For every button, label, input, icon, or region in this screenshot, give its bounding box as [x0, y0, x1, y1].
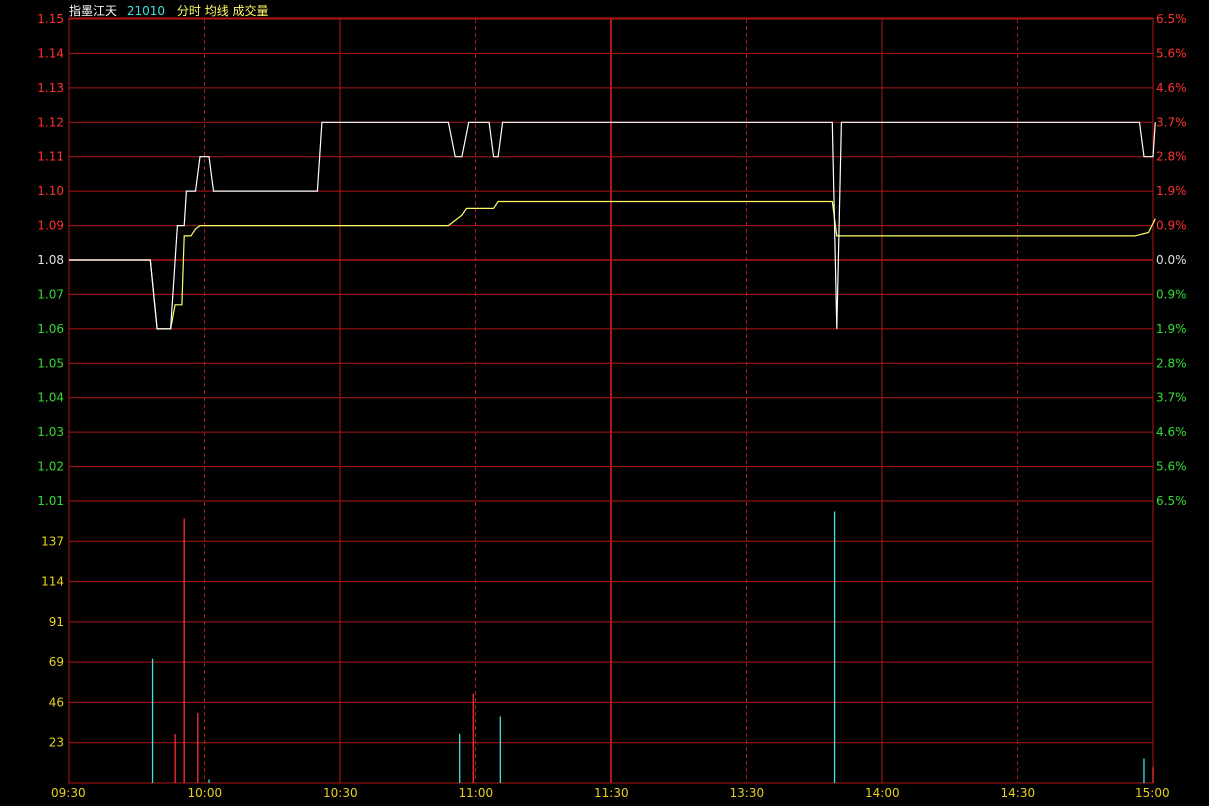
time-tick-label: 11:00 — [459, 786, 494, 800]
price-tick-label: 1.12 — [37, 115, 64, 129]
percent-tick-label: 3.7% — [1156, 115, 1187, 129]
time-tick-label: 14:30 — [1001, 786, 1036, 800]
price-tick-label: 1.13 — [37, 81, 64, 95]
time-tick-label: 14:00 — [865, 786, 900, 800]
price-tick-label: 1.11 — [37, 150, 64, 164]
price-tick-label: 1.07 — [37, 287, 64, 301]
price-tick-label: 1.08 — [37, 253, 64, 267]
time-tick-label: 15:00 — [1135, 786, 1170, 800]
volume-tick-label: 91 — [49, 615, 64, 629]
time-tick-label: 10:00 — [188, 786, 223, 800]
volume-tick-label: 69 — [49, 655, 64, 669]
percent-tick-label: 3.7% — [1156, 391, 1187, 405]
volume-tick-label: 137 — [41, 534, 64, 548]
percent-tick-label: 5.6% — [1156, 46, 1187, 60]
price-tick-label: 1.04 — [37, 391, 64, 405]
time-tick-label: 10:30 — [323, 786, 358, 800]
volume-tick-label: 46 — [49, 695, 64, 709]
percent-tick-label: 6.5% — [1156, 12, 1187, 26]
percent-tick-label: 1.9% — [1156, 322, 1187, 336]
percent-tick-label: 0.0% — [1156, 253, 1187, 267]
price-tick-label: 1.06 — [37, 322, 64, 336]
volume-tick-label: 114 — [41, 575, 64, 589]
price-tick-label: 1.05 — [37, 356, 64, 370]
percent-tick-label: 1.9% — [1156, 184, 1187, 198]
intraday-chart: 1.15 6.5% 1.14 5.6% 1.13 4.6% 1.12 3.7% 1.11 2.8%… — [37, 12, 1187, 800]
time-tick-label: 11:30 — [594, 786, 629, 800]
price-tick-label: 1.10 — [37, 184, 64, 198]
price-tick-label: 1.01 — [37, 494, 64, 508]
time-tick-label: 13:30 — [730, 786, 765, 800]
percent-tick-label: 4.6% — [1156, 81, 1187, 95]
price-tick-label: 1.15 — [37, 12, 64, 26]
price-tick-label: 1.03 — [37, 425, 64, 439]
percent-tick-label: 2.8% — [1156, 150, 1187, 164]
average-price-line — [69, 200, 1156, 330]
time-tick-label: 09:30 — [51, 786, 86, 800]
percent-tick-label: 5.6% — [1156, 460, 1187, 474]
price-tick-label: 1.14 — [37, 46, 64, 60]
percent-tick-label: 4.6% — [1156, 425, 1187, 439]
percent-tick-label: 2.8% — [1156, 356, 1187, 370]
percent-tick-label: 6.5% — [1156, 494, 1187, 508]
percent-tick-label: 0.9% — [1156, 287, 1187, 301]
volume-tick-label: 23 — [49, 736, 64, 750]
percent-tick-label: 0.9% — [1156, 219, 1187, 233]
price-tick-label: 1.09 — [37, 219, 64, 233]
price-tick-label: 1.02 — [37, 460, 64, 474]
